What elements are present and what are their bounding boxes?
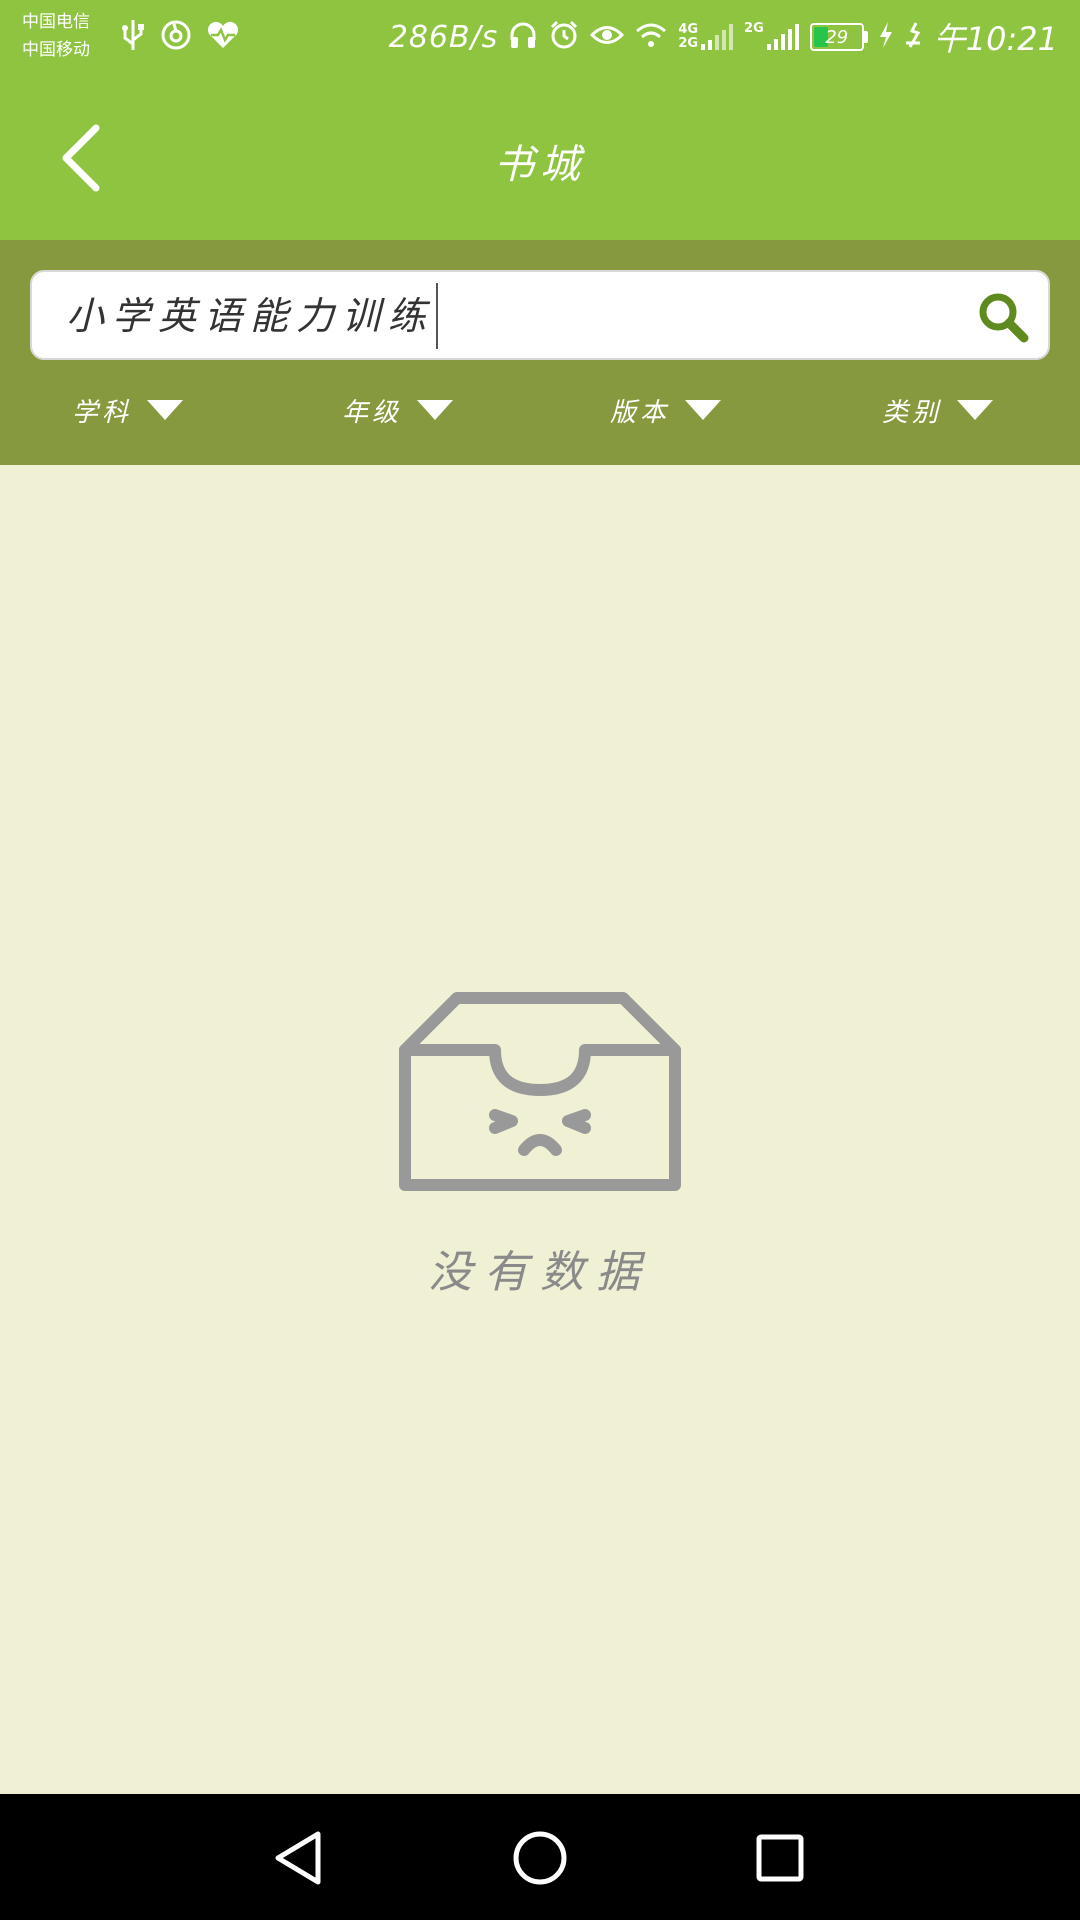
recents-square-icon [756, 1834, 804, 1882]
app-bar: 书城 [0, 76, 1080, 240]
filter-edition-label: 版本 [610, 397, 671, 428]
vibrate-icon [904, 21, 924, 53]
navigation-bar [0, 1794, 1080, 1920]
triangle-down-icon [957, 400, 994, 420]
page-title: 书城 [494, 142, 586, 188]
filter-subject[interactable]: 学科 [72, 380, 184, 440]
status-right: 286B/s 4G 2G 2G 29 午10:21 [389, 14, 1058, 60]
nav-home-button[interactable] [504, 1822, 576, 1894]
search-box[interactable]: 小学英语能力训练 [30, 270, 1050, 360]
charging-icon [878, 21, 894, 53]
triangle-down-icon [685, 400, 722, 420]
signal-icon: 2G [744, 22, 800, 52]
headphones-icon [508, 20, 538, 54]
filter-grade[interactable]: 年级 [342, 380, 454, 440]
filter-category[interactable]: 类别 [882, 380, 994, 440]
nav-back-button[interactable] [264, 1822, 336, 1894]
filter-bar: 学科 年级 版本 类别 [0, 380, 1080, 440]
search-input-value: 小学英语能力训练 [66, 294, 435, 338]
carrier-2: 中国移动 [22, 40, 90, 60]
filter-grade-label: 年级 [342, 397, 403, 428]
text-caret [436, 283, 439, 349]
net-speed: 286B/s [388, 19, 499, 55]
home-circle-icon [513, 1831, 567, 1885]
empty-state: 没有数据 [0, 990, 1080, 1300]
nav-recents-button[interactable] [744, 1822, 816, 1894]
screen: 中国电信 中国移动 286B/s 4G 2G 2G 29 午10:21 书城 小… [0, 0, 1080, 1920]
signal-2-label: 2G [744, 21, 764, 36]
signal-icon: 4G 2G [678, 22, 734, 52]
carrier-labels: 中国电信 中国移动 [22, 8, 90, 64]
filter-subject-label: 学科 [72, 397, 133, 428]
triangle-down-icon [417, 400, 454, 420]
search-input[interactable]: 小学英语能力训练 [66, 283, 439, 349]
search-button[interactable] [976, 290, 1030, 344]
usb-icon [120, 18, 146, 56]
search-area: 小学英语能力训练 学科 年级 版本 类别 [0, 240, 1080, 465]
status-bar: 中国电信 中国移动 286B/s 4G 2G 2G 29 午10:21 [0, 0, 1080, 76]
battery-icon: 29 [809, 23, 868, 51]
signal-1-label-top: 4G [678, 22, 699, 37]
filter-category-label: 类别 [882, 397, 943, 428]
health-icon [206, 20, 240, 54]
carrier-1: 中国电信 [22, 12, 90, 32]
signal-1-label-bottom: 2G [678, 36, 699, 51]
wifi-icon [634, 21, 668, 53]
alarm-icon [548, 19, 580, 55]
eye-icon [590, 22, 625, 52]
clock: 午10:21 [933, 20, 1058, 58]
status-left-icons [120, 18, 240, 56]
empty-state-text: 没有数据 [428, 1247, 652, 1298]
search-icon [979, 293, 1029, 343]
back-triangle-icon [275, 1831, 321, 1885]
empty-box-icon [399, 992, 681, 1191]
filter-edition[interactable]: 版本 [610, 380, 722, 440]
netease-music-icon [160, 19, 192, 55]
battery-level: 29 [825, 26, 849, 48]
triangle-down-icon [147, 400, 184, 420]
